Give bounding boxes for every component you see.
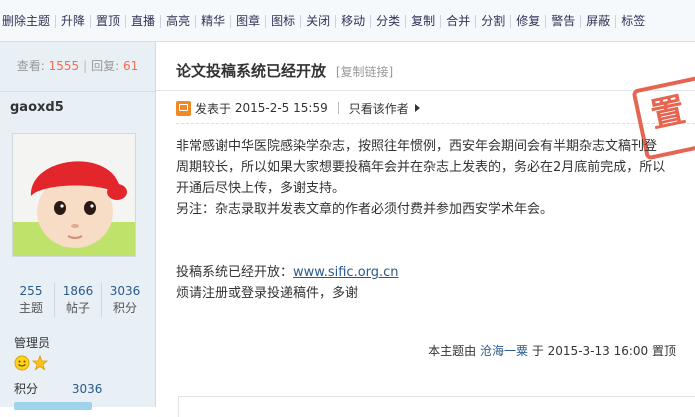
toolbar-button[interactable]: 标签 bbox=[616, 14, 650, 28]
toolbar-button[interactable]: 置顶 bbox=[91, 14, 125, 28]
count-points-value: 3036 bbox=[109, 284, 141, 298]
toolbar-button[interactable]: 关闭 bbox=[301, 14, 335, 28]
toolbar-button[interactable]: 分类 bbox=[371, 14, 405, 28]
meta-divider-line bbox=[176, 123, 695, 124]
toolbar-button[interactable]: 合并 bbox=[441, 14, 475, 28]
stats-divider: | bbox=[83, 59, 88, 73]
points-value: 3036 bbox=[71, 382, 103, 396]
online-status-bar bbox=[14, 402, 92, 410]
system-url-link[interactable]: www.sific.org.cn bbox=[293, 265, 399, 280]
moderation-toolbar: 删除主题 升降 置顶 直播 高亮 精华 图章 图标 关闭 移动 分类 复制 合并 分割 修复 警告 屏蔽 标签 bbox=[0, 0, 695, 42]
toolbar-button[interactable]: 直播 bbox=[126, 14, 160, 28]
username[interactable]: gaoxd5 bbox=[10, 100, 64, 115]
toolbar-button[interactable]: 复制 bbox=[406, 14, 440, 28]
post-content: 非常感谢中华医院感染学杂志，按照往年惯例，西安年会期间会有半期杂志文稿刊登 周期… bbox=[176, 136, 695, 304]
toolbar-button[interactable]: 屏蔽 bbox=[581, 14, 615, 28]
user-sidebar: 查看: 1555|回复: 61 gaoxd5 255 主题 1866 帖子 bbox=[0, 42, 156, 410]
user-points: 积分 3036 bbox=[14, 380, 102, 397]
toolbar-button[interactable]: 警告 bbox=[546, 14, 580, 28]
content-line: 非常感谢中华医院感染学杂志，按照往年惯例，西安年会期间会有半期杂志文稿刊登 bbox=[176, 139, 658, 154]
toolbar-items: 删除主题 升降 置顶 直播 高亮 精华 图章 图标 关闭 移动 分类 复制 合并 分割 修复 警告 屏蔽 标签 bbox=[0, 14, 650, 28]
count-points[interactable]: 3036 积分 bbox=[102, 283, 148, 317]
points-label: 积分 bbox=[14, 382, 39, 396]
system-open-label: 投稿系统已经开放： bbox=[176, 265, 294, 280]
post-meta: 发表于 2015-2-5 15:59 只看该作者 bbox=[176, 99, 420, 117]
post-author-icon bbox=[176, 100, 191, 116]
content-line: 开通后尽快上传，多谢支持。 bbox=[176, 181, 346, 196]
posted-time: 2015-2-5 15:59 bbox=[234, 101, 328, 115]
count-topics-label: 主题 bbox=[18, 301, 43, 315]
user-group[interactable]: 管理员 bbox=[14, 334, 50, 351]
toolbar-button[interactable]: 高亮 bbox=[161, 14, 195, 28]
only-author-link[interactable]: 只看该作者 bbox=[349, 100, 409, 117]
post-main: 论文投稿系统已经开放 [复制链接] 发表于 2015-2-5 15:59 只看该… bbox=[156, 42, 695, 417]
triangle-right-icon bbox=[414, 104, 420, 112]
count-topics[interactable]: 255 主题 bbox=[8, 283, 55, 317]
meta-divider bbox=[337, 102, 339, 114]
stamp-label: 置 bbox=[647, 89, 689, 137]
toolbar-button[interactable]: 删除主题 bbox=[0, 14, 55, 28]
toolbar-button[interactable]: 移动 bbox=[336, 14, 370, 28]
content-line: 另注：杂志录取并发表文章的作者必须付费并参加西安学术年会。 bbox=[176, 202, 554, 217]
note-action: 置顶 bbox=[651, 344, 676, 358]
toolbar-button[interactable]: 分割 bbox=[476, 14, 510, 28]
count-posts-label: 帖子 bbox=[65, 301, 90, 315]
user-counts: 255 主题 1866 帖子 3036 积分 bbox=[8, 283, 148, 317]
header-divider bbox=[156, 90, 695, 91]
views-count: 1555 bbox=[48, 59, 80, 73]
thread-header: 论文投稿系统已经开放 [复制链接] bbox=[176, 60, 393, 81]
views-label: 查看: bbox=[16, 59, 45, 73]
count-posts[interactable]: 1866 帖子 bbox=[55, 283, 102, 317]
note-user-link[interactable]: 沧海一粟 bbox=[480, 344, 528, 358]
toolbar-button[interactable]: 升降 bbox=[56, 14, 90, 28]
toolbar-button[interactable]: 图章 bbox=[231, 14, 265, 28]
avatar-image bbox=[13, 134, 135, 256]
count-posts-value: 1866 bbox=[62, 284, 94, 298]
thread-title: 论文投稿系统已经开放 bbox=[176, 62, 327, 80]
rank-icons bbox=[14, 355, 48, 371]
posted-label: 发表于 bbox=[195, 101, 232, 116]
count-topics-value: 255 bbox=[19, 284, 43, 298]
content-line: 周期较长，所以如果大家想要投稿年会并在杂志上发表的，务必在2月底前完成，所以 bbox=[176, 160, 666, 175]
copy-link-button[interactable]: [复制链接] bbox=[336, 65, 393, 79]
smiley-icon bbox=[14, 355, 30, 371]
toolbar-button[interactable]: 精华 bbox=[196, 14, 230, 28]
thread-stats: 查看: 1555 | 回复: 61 bbox=[0, 42, 155, 92]
star-icon bbox=[32, 355, 48, 371]
avatar[interactable] bbox=[12, 133, 136, 257]
replies-count: 61 bbox=[123, 59, 139, 73]
count-points-label: 积分 bbox=[112, 301, 137, 315]
system-open-line: 投稿系统已经开放：www.sific.org.cn bbox=[176, 262, 695, 283]
register-line: 烦请注册或登录投递稿件，多谢 bbox=[176, 286, 359, 301]
note-time: 2015-3-13 16:00 bbox=[547, 344, 649, 358]
toolbar-button[interactable]: 修复 bbox=[511, 14, 545, 28]
note-mid: 于 bbox=[531, 344, 544, 358]
moderation-note: 本主题由 沧海一粟 于 2015-3-13 16:00 置顶 bbox=[428, 342, 676, 359]
replies-label: 回复: bbox=[91, 59, 120, 73]
note-prefix: 本主题由 bbox=[428, 344, 477, 358]
toolbar-button[interactable]: 图标 bbox=[266, 14, 300, 28]
